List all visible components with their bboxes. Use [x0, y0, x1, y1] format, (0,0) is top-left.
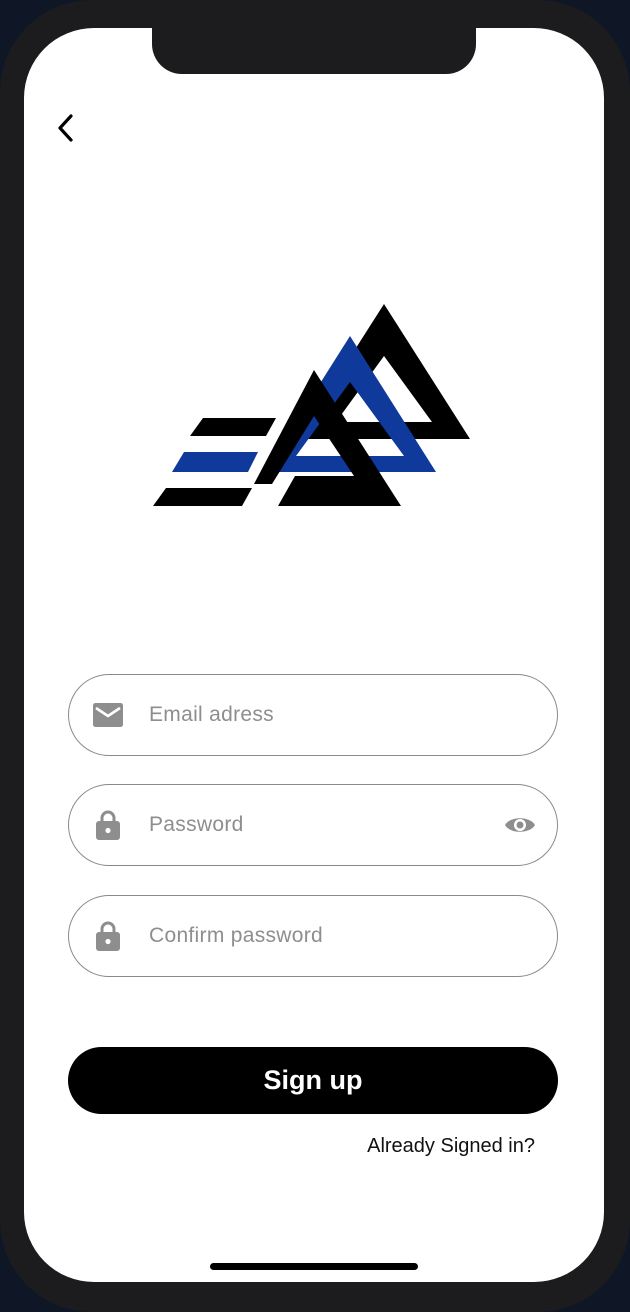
email-field[interactable] — [68, 674, 558, 756]
logo-bar-top — [190, 418, 276, 436]
email-input[interactable] — [147, 702, 557, 728]
already-signed-in-link[interactable]: Already Signed in? — [367, 1135, 535, 1158]
lock-icon — [93, 921, 123, 951]
password-input[interactable] — [147, 812, 503, 838]
back-button[interactable] — [46, 108, 86, 148]
eye-icon[interactable] — [503, 808, 537, 842]
logo-bar-blue — [172, 452, 258, 472]
signup-button[interactable]: Sign up — [68, 1047, 558, 1114]
app-screen: Sign up Already Signed in? — [24, 28, 604, 1282]
device-notch — [152, 28, 476, 74]
phone-frame: Sign up Already Signed in? — [0, 0, 630, 1312]
logo-bar-bottom — [153, 488, 252, 506]
confirm-password-input[interactable] — [147, 923, 557, 949]
confirm-password-field[interactable] — [68, 895, 558, 977]
password-field[interactable] — [68, 784, 558, 866]
app-logo — [153, 304, 470, 506]
mail-icon — [93, 700, 123, 730]
lock-icon — [93, 810, 123, 840]
home-indicator — [210, 1263, 418, 1270]
chevron-left-icon — [58, 114, 73, 142]
